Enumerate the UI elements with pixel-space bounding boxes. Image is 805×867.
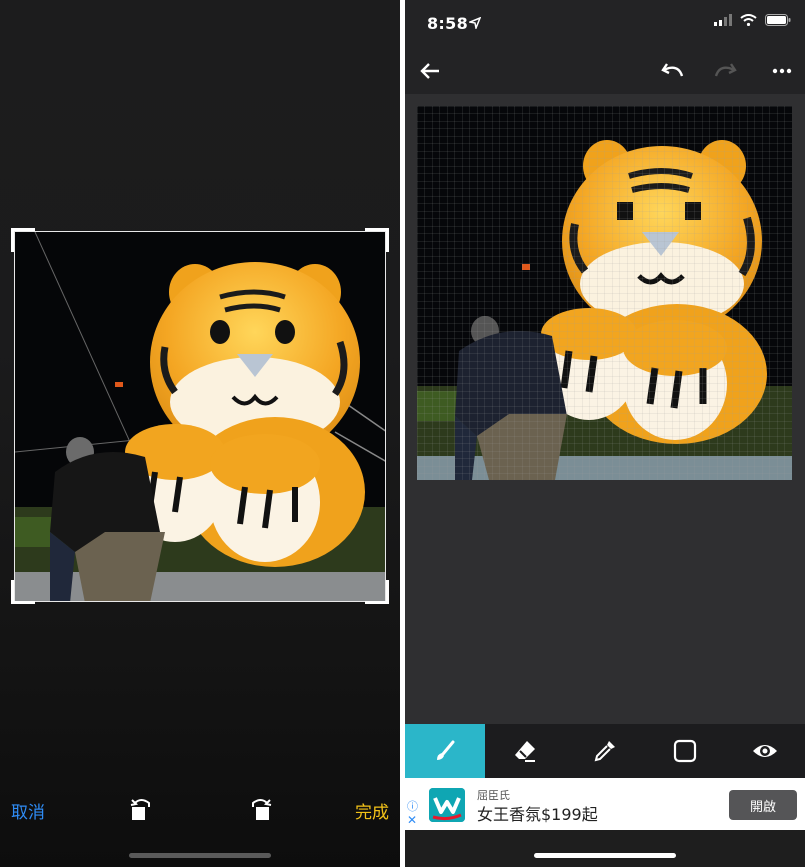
ad-open-button[interactable]: 開啟 <box>729 790 797 820</box>
ad-info-icon[interactable]: ⓘ <box>407 798 418 814</box>
back-button[interactable] <box>415 56 445 86</box>
crop-toolbar: 取消 完成 <box>0 790 400 830</box>
pixel-editor-screen: 8:58 ⓘ ✕ 屈臣氏 女王香氛$199起 開啟 <box>405 0 805 867</box>
redo-button[interactable] <box>711 56 741 86</box>
status-bar: 8:58 <box>405 0 805 48</box>
editor-header <box>405 48 805 94</box>
ad-logo <box>429 788 465 822</box>
watsons-logo-icon <box>429 788 465 822</box>
pixel-art-image <box>417 106 792 480</box>
home-indicator[interactable] <box>129 853 271 858</box>
eyedropper-icon <box>594 741 615 762</box>
crop-handle-top-right[interactable] <box>365 228 389 252</box>
ad-banner[interactable]: ⓘ ✕ 屈臣氏 女王香氛$199起 開啟 <box>405 778 805 830</box>
undo-icon <box>661 63 684 77</box>
ad-headline: 女王香氛$199起 <box>477 805 598 824</box>
home-area <box>405 830 805 867</box>
rotate-right-icon <box>252 799 272 820</box>
crop-screen: 取消 完成 <box>0 0 400 867</box>
rotate-left-icon <box>130 799 150 820</box>
canvas-area <box>405 94 805 724</box>
battery-icon <box>765 14 791 26</box>
wifi-icon <box>740 14 757 26</box>
brush-icon <box>437 740 455 760</box>
status-time: 8:58 <box>427 14 468 33</box>
pixel-canvas[interactable] <box>417 106 792 480</box>
back-arrow-icon <box>420 63 439 79</box>
eraser-icon <box>515 741 535 762</box>
rotate-right-button[interactable] <box>245 794 275 824</box>
undo-button[interactable] <box>657 56 687 86</box>
more-icon <box>772 68 792 74</box>
more-button[interactable] <box>767 56 797 86</box>
crop-handle-bottom-right[interactable] <box>365 580 389 604</box>
eye-icon <box>753 745 777 757</box>
status-icons <box>714 14 791 26</box>
crop-handle-bottom-left[interactable] <box>11 580 35 604</box>
square-tool-button[interactable] <box>645 724 725 778</box>
square-icon <box>673 739 697 763</box>
preview-tool-button[interactable] <box>725 724 805 778</box>
cellular-signal-icon <box>714 14 732 26</box>
tiger-photo-image <box>15 232 385 601</box>
eyedropper-tool-button[interactable] <box>565 724 645 778</box>
location-arrow-icon <box>469 17 481 29</box>
rotate-left-button[interactable] <box>127 794 157 824</box>
crop-photo[interactable] <box>14 231 386 602</box>
cancel-button[interactable]: 取消 <box>11 798 45 823</box>
tool-bar <box>405 724 805 778</box>
ad-close-icon[interactable]: ✕ <box>407 813 417 827</box>
brush-tool-button[interactable] <box>405 724 485 778</box>
crop-handle-top-left[interactable] <box>11 228 35 252</box>
eraser-tool-button[interactable] <box>485 724 565 778</box>
redo-icon <box>714 63 737 77</box>
home-indicator-right[interactable] <box>534 853 676 858</box>
done-button[interactable]: 完成 <box>355 798 389 823</box>
